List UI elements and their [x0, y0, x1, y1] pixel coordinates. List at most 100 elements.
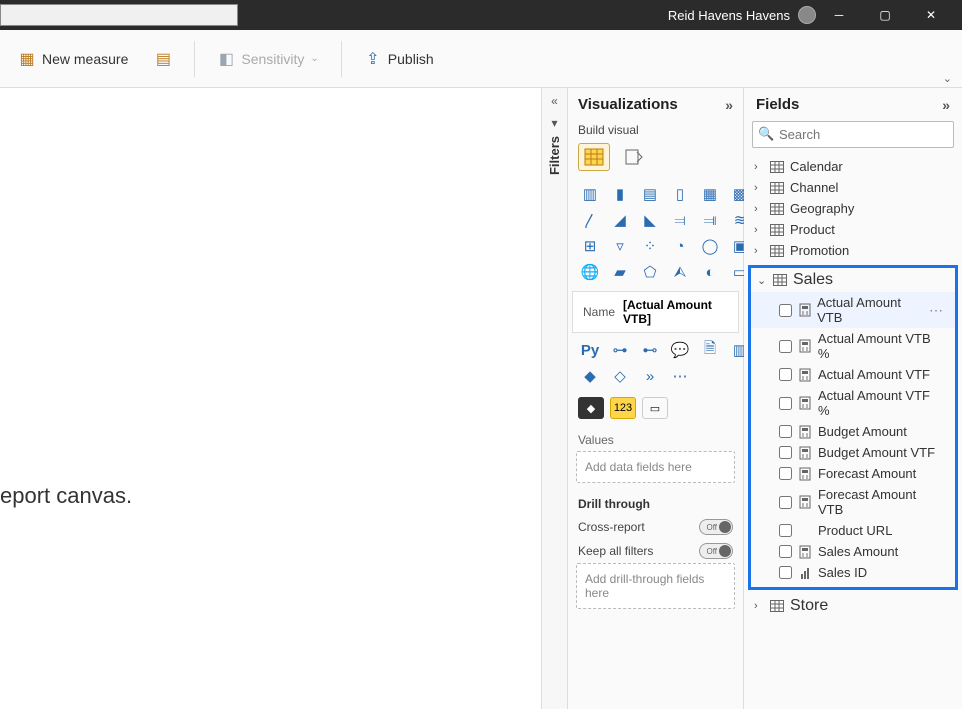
- field-checkbox[interactable]: [779, 340, 792, 353]
- new-measure-button[interactable]: ▦ New measure: [8, 46, 138, 72]
- more-visuals-icon[interactable]: »: [638, 365, 662, 387]
- field-checkbox[interactable]: [779, 496, 792, 509]
- ribbon-collapse-icon[interactable]: ⌄: [943, 72, 952, 85]
- table-label: Calendar: [790, 159, 843, 174]
- donut-icon[interactable]: ◯: [698, 235, 722, 257]
- pie-icon[interactable]: ◔: [668, 235, 692, 257]
- dark-chip-icon[interactable]: ◆: [578, 397, 604, 419]
- filled-map-icon[interactable]: ▰: [608, 261, 632, 283]
- power-automate-icon[interactable]: ◇: [608, 365, 632, 387]
- cross-report-toggle[interactable]: Off: [699, 519, 733, 535]
- values-dropzone[interactable]: Add data fields here: [576, 451, 735, 483]
- field-row[interactable]: Budget Amount: [751, 421, 955, 442]
- expand-icon[interactable]: »: [725, 97, 733, 113]
- power-apps-icon[interactable]: ◆: [578, 365, 602, 387]
- ellipsis-icon[interactable]: ⋯: [668, 365, 692, 387]
- sensitivity-button[interactable]: ◧ Sensitivity ⌄: [207, 46, 328, 72]
- line-chart-icon[interactable]: 〳: [578, 209, 602, 231]
- keep-filters-label: Keep all filters: [578, 544, 653, 558]
- stacked-column-icon[interactable]: ▮: [608, 183, 632, 205]
- field-row[interactable]: Budget Amount VTF: [751, 442, 955, 463]
- more-options-icon[interactable]: ⋯: [929, 302, 945, 319]
- field-checkbox[interactable]: [779, 566, 792, 579]
- table-icon: [770, 245, 784, 257]
- field-label: Actual Amount VTF %: [818, 388, 945, 418]
- drill-through-dropzone[interactable]: Add drill-through fields here: [576, 563, 735, 609]
- field-checkbox[interactable]: [779, 368, 792, 381]
- table-row[interactable]: › Calendar: [744, 156, 962, 177]
- table-row[interactable]: ›Promotion: [744, 240, 962, 261]
- user-area[interactable]: Reid Havens Havens: [668, 6, 816, 24]
- field-row[interactable]: Product URL: [751, 520, 955, 541]
- new-column-button[interactable]: ▤: [144, 46, 182, 72]
- address-bar[interactable]: [0, 4, 238, 26]
- area-chart-icon[interactable]: ◢: [608, 209, 632, 231]
- search-input[interactable]: [752, 121, 954, 148]
- decomposition-tree-icon[interactable]: ⊷: [638, 339, 662, 361]
- scatter-icon[interactable]: ⁘: [638, 235, 662, 257]
- map-icon[interactable]: 🌐: [578, 261, 602, 283]
- publish-button[interactable]: ⇪ Publish: [354, 46, 444, 72]
- table-row-store[interactable]: › Store: [744, 594, 962, 618]
- line-stacked-column-icon[interactable]: ⫤: [668, 209, 692, 231]
- titlebar: Reid Havens Havens ─ ▢ ✕: [0, 0, 962, 30]
- chevron-right-icon: ›: [754, 245, 764, 257]
- ribbon-separator: [341, 41, 342, 77]
- measure-icon: [798, 467, 812, 481]
- python-visual-icon[interactable]: Py: [578, 339, 602, 361]
- field-row[interactable]: Actual Amount VTF: [751, 364, 955, 385]
- build-visual-tab[interactable]: [578, 143, 610, 171]
- stacked-bar-icon[interactable]: ▥: [578, 183, 602, 205]
- chevron-down-icon: ⌄: [310, 53, 318, 64]
- key-influencers-icon[interactable]: ⊶: [608, 339, 632, 361]
- shape-map-icon[interactable]: ⬠: [638, 261, 662, 283]
- table-row[interactable]: ›Product: [744, 219, 962, 240]
- clustered-bar-icon[interactable]: ▤: [638, 183, 662, 205]
- field-checkbox[interactable]: [779, 524, 792, 537]
- chevron-right-icon: ›: [754, 224, 764, 236]
- field-row[interactable]: Actual Amount VTB⋯: [751, 292, 955, 328]
- field-checkbox[interactable]: [779, 397, 792, 410]
- field-checkbox[interactable]: [779, 304, 792, 317]
- table-row[interactable]: ›Channel: [744, 177, 962, 198]
- field-checkbox[interactable]: [779, 446, 792, 459]
- visualization-gallery: ▥ ▮ ▤ ▯ ▦ ▩ 〳 ◢ ◣ ⫤ ⫥ ≋ ⊞ ▿ ⁘ ◔ ◯ ▣ 🌐 ▰ …: [568, 179, 743, 289]
- field-checkbox[interactable]: [779, 467, 792, 480]
- table-row-sales[interactable]: ⌄ Sales: [751, 268, 955, 292]
- field-row[interactable]: Forecast Amount VTB: [751, 484, 955, 520]
- collapse-left-icon[interactable]: «: [551, 94, 558, 108]
- field-row[interactable]: Sales ID: [751, 562, 955, 583]
- 100-stacked-bar-icon[interactable]: ▦: [698, 183, 722, 205]
- waterfall-icon[interactable]: ⊞: [578, 235, 602, 257]
- field-row[interactable]: Actual Amount VTF %: [751, 385, 955, 421]
- close-button[interactable]: ✕: [908, 0, 954, 30]
- expand-icon[interactable]: »: [942, 97, 950, 113]
- report-canvas[interactable]: eport canvas.: [0, 88, 542, 709]
- table-row[interactable]: ›Geography: [744, 198, 962, 219]
- fields-search[interactable]: 🔍: [752, 121, 954, 148]
- line-clustered-column-icon[interactable]: ⫥: [698, 209, 722, 231]
- blank-chip-icon[interactable]: ▭: [642, 397, 668, 419]
- azure-map-icon[interactable]: ⮙: [668, 261, 692, 283]
- field-checkbox[interactable]: [779, 545, 792, 558]
- qa-visual-icon[interactable]: 💬: [668, 339, 692, 361]
- format-visual-tab[interactable]: [618, 143, 650, 171]
- field-row[interactable]: Forecast Amount: [751, 463, 955, 484]
- keep-filters-toggle[interactable]: Off: [699, 543, 733, 559]
- new-measure-icon: ▦: [18, 50, 36, 68]
- minimize-button[interactable]: ─: [816, 0, 862, 30]
- clustered-column-icon[interactable]: ▯: [668, 183, 692, 205]
- smart-narrative-icon[interactable]: 🗎: [698, 339, 722, 361]
- restore-button[interactable]: ▢: [862, 0, 908, 30]
- stacked-area-icon[interactable]: ◣: [638, 209, 662, 231]
- numeric-chip-icon[interactable]: 123: [610, 397, 636, 419]
- field-row[interactable]: Actual Amount VTB %: [751, 328, 955, 364]
- gauge-icon[interactable]: ◐: [698, 261, 722, 283]
- chevron-right-icon: ›: [754, 161, 764, 173]
- drill-through-label: Drill through: [568, 489, 743, 515]
- field-row[interactable]: Sales Amount: [751, 541, 955, 562]
- funnel-icon[interactable]: ▿: [608, 235, 632, 257]
- field-checkbox[interactable]: [779, 425, 792, 438]
- filters-pane-collapsed[interactable]: « ▾ Filters: [542, 88, 568, 709]
- fields-pane: Fields » 🔍 ›Calendar›Channel›Geography›P…: [744, 88, 962, 709]
